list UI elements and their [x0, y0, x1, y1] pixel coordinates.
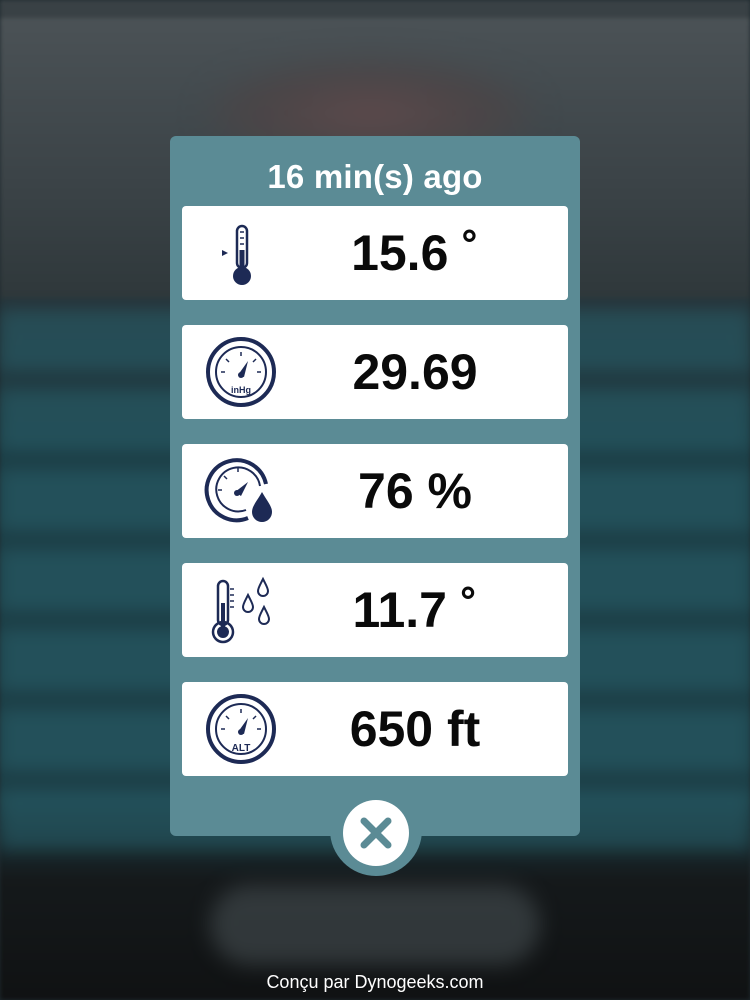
- humidity-value: 76 %: [358, 463, 472, 519]
- pressure-value: 29.69: [352, 344, 478, 400]
- temperature-value: 15.6 ˚: [351, 225, 479, 281]
- pressure-unit-label: inHg: [231, 385, 251, 395]
- dew-point-card: 11.7 ˚: [182, 563, 568, 657]
- last-update-title: 16 min(s) ago: [267, 158, 483, 195]
- developer-credit: Conçu par Dynogeeks.com: [266, 972, 484, 992]
- altitude-value: 650 ft: [349, 701, 481, 757]
- barometer-inhg-icon: inHg: [206, 337, 276, 407]
- weather-readings-modal: 16 min(s) ago 15.6 ˚ inHg 29.69 76 % 11.…: [170, 136, 580, 836]
- altimeter-icon: ALT: [206, 694, 276, 764]
- close-button-container: [330, 788, 422, 876]
- humidity-card: 76 %: [182, 444, 568, 538]
- dew-point-icon: [211, 576, 271, 644]
- background-bottom-control: [210, 885, 540, 965]
- altitude-card: ALT 650 ft: [182, 682, 568, 776]
- humidity-gauge-icon: [204, 458, 272, 523]
- thermometer-icon: [222, 224, 251, 285]
- close-icon: [360, 817, 392, 849]
- altitude-unit-label: ALT: [232, 743, 251, 754]
- dew-point-value: 11.7 ˚: [352, 582, 478, 638]
- close-button[interactable]: [343, 800, 409, 866]
- temperature-card: 15.6 ˚: [182, 206, 568, 300]
- pressure-card: inHg 29.69: [182, 325, 568, 419]
